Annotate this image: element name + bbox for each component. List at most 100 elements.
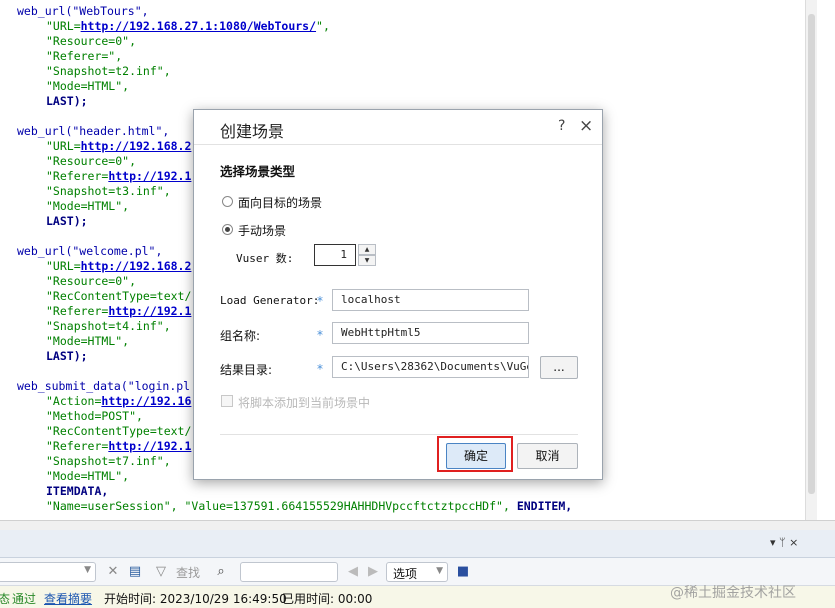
code-line: "Resource=0",	[46, 154, 136, 169]
find-label[interactable]: 查找	[176, 564, 200, 581]
code-line: web_submit_data("login.pl	[17, 379, 190, 394]
group-name-input[interactable]: WebHttpHtml5	[332, 322, 529, 344]
code-token: "Referer=	[46, 304, 109, 318]
filter-combo[interactable]: ▼	[0, 562, 96, 582]
radio-goal-oriented[interactable]	[222, 196, 233, 207]
clear-icon[interactable]: ✕	[104, 563, 122, 581]
required-star-icon: *	[317, 294, 323, 308]
browse-button[interactable]: ...	[540, 356, 578, 379]
panel-window-controls[interactable]: ▾ ᛘ ×	[770, 536, 798, 549]
code-line: "URL=http://192.168.2	[46, 259, 191, 274]
code-line: "URL=http://192.168.2	[46, 139, 191, 154]
next-result-icon[interactable]: ▶	[364, 563, 382, 581]
code-token: "Mode=HTML",	[46, 334, 130, 348]
code-token: "Snapshot=t2.inf",	[46, 64, 171, 78]
code-token: "RecContentType=text/	[46, 289, 192, 303]
group-name-label: 组名称:	[220, 329, 261, 343]
code-token: "Name=userSession", "Value=137591.664155…	[46, 499, 517, 513]
code-line: "Resource=0",	[46, 34, 136, 49]
options-dropdown[interactable]: 选项 ▼	[386, 562, 448, 582]
help-icon[interactable]: ?	[558, 118, 565, 134]
code-line: "Name=userSession", "Value=137591.664155…	[46, 499, 572, 514]
elapsed-time: 已用时间: 00:00	[282, 592, 373, 606]
code-token: "Snapshot=t3.inf",	[46, 184, 171, 198]
code-token: web_url("welcome.pl",	[17, 244, 163, 258]
code-token: LAST);	[46, 94, 88, 108]
create-scenario-dialog: 创建场景 ? × 选择场景类型 面向目标的场景 手动场景 Vuser 数: 1 …	[193, 109, 603, 480]
code-token: "Snapshot=t4.inf",	[46, 319, 171, 333]
code-line: "Action=http://192.16	[46, 394, 191, 409]
result-dir-input[interactable]: C:\Users\28362\Documents\VuGen	[332, 356, 529, 378]
search-input[interactable]	[240, 562, 338, 582]
code-line: "Snapshot=t2.inf",	[46, 64, 171, 79]
footer-divider	[220, 434, 578, 435]
search-icon[interactable]: ⌕	[212, 563, 230, 581]
close-icon[interactable]: ×	[579, 116, 593, 136]
save-icon[interactable]: ■	[454, 563, 472, 581]
dialog-title: 创建场景	[220, 122, 285, 141]
spin-down-icon[interactable]: ▼	[358, 255, 376, 266]
code-line: web_url("welcome.pl",	[17, 244, 162, 259]
ok-button[interactable]: 确定	[446, 443, 506, 469]
code-url-link[interactable]: http://192.168.2	[81, 259, 192, 273]
code-line: "Mode=HTML",	[46, 334, 129, 349]
code-url-link[interactable]: http://192.16	[101, 394, 191, 408]
code-url-link[interactable]: http://192.168.2	[81, 139, 192, 153]
vuser-count-input[interactable]: 1	[314, 244, 356, 266]
code-line: "RecContentType=text/	[46, 424, 191, 439]
code-line: "Referer=http://192.1	[46, 304, 191, 319]
chevron-down-icon: ▼	[84, 565, 91, 575]
code-line: "Resource=0",	[46, 274, 136, 289]
code-token: "Mode=HTML",	[46, 79, 130, 93]
code-url-link[interactable]: http://192.1	[108, 439, 191, 453]
code-line: "Referer=",	[46, 49, 122, 64]
code-line: "Method=POST",	[46, 409, 143, 424]
code-line: "Mode=HTML",	[46, 469, 129, 484]
code-token: "URL=	[46, 259, 81, 273]
add-to-scenario-checkbox[interactable]	[221, 395, 233, 407]
code-line: "Snapshot=t3.inf",	[46, 184, 171, 199]
load-generator-input[interactable]: localhost	[332, 289, 529, 311]
code-token: "Method=POST",	[46, 409, 143, 423]
view-summary-link[interactable]: 查看摘要	[44, 590, 92, 607]
code-line: "Referer=http://192.1	[46, 439, 191, 454]
code-url-link[interactable]: http://192.168.27.1:1080/WebTours/	[81, 19, 316, 33]
code-token: "Action=	[46, 394, 102, 408]
vuser-label: Vuser 数:	[236, 252, 294, 265]
watermark: @稀土掘金技术社区	[670, 585, 796, 601]
scrollbar-thumb[interactable]	[808, 14, 815, 494]
code-token: "Mode=HTML",	[46, 469, 130, 483]
code-token: "Resource=0",	[46, 274, 137, 288]
code-line: "RecContentType=text/	[46, 289, 191, 304]
code-url-link[interactable]: http://192.1	[108, 169, 191, 183]
code-token: "Referer=	[46, 439, 109, 453]
load-generator-label: Load Generator:	[220, 294, 320, 307]
code-line: "Mode=HTML",	[46, 199, 129, 214]
chevron-down-icon: ▼	[436, 566, 443, 576]
code-line: "Referer=http://192.1	[46, 169, 191, 184]
find-icon[interactable]: ▽	[152, 563, 170, 581]
prev-result-icon[interactable]: ◀	[344, 563, 362, 581]
code-line: ITEMDATA,	[46, 484, 108, 499]
option-goal-label[interactable]: 面向目标的场景	[238, 194, 322, 211]
panel-splitter[interactable]	[0, 520, 835, 530]
code-token: ITEMDATA,	[46, 484, 109, 498]
radio-manual[interactable]	[222, 224, 233, 235]
details-icon[interactable]: ▤	[126, 563, 144, 581]
status-pass: 通过	[12, 592, 37, 606]
code-token: LAST);	[46, 349, 88, 363]
code-token: "URL=	[46, 139, 81, 153]
code-line: LAST);	[46, 214, 88, 229]
right-edge	[817, 0, 835, 530]
code-token: LAST);	[46, 214, 88, 228]
start-time: 开始时间: 2023/10/29 16:49:50	[104, 592, 287, 606]
option-manual-label[interactable]: 手动场景	[238, 222, 286, 239]
title-divider	[194, 144, 602, 145]
code-token: web_submit_data("login.pl	[17, 379, 191, 393]
code-token: web_url("WebTours",	[17, 4, 149, 18]
spin-up-icon[interactable]: ▲	[358, 244, 376, 255]
cancel-button[interactable]: 取消	[517, 443, 578, 469]
editor-vertical-scrollbar[interactable]	[805, 0, 817, 520]
code-token: "Resource=0",	[46, 154, 137, 168]
code-url-link[interactable]: http://192.1	[108, 304, 191, 318]
